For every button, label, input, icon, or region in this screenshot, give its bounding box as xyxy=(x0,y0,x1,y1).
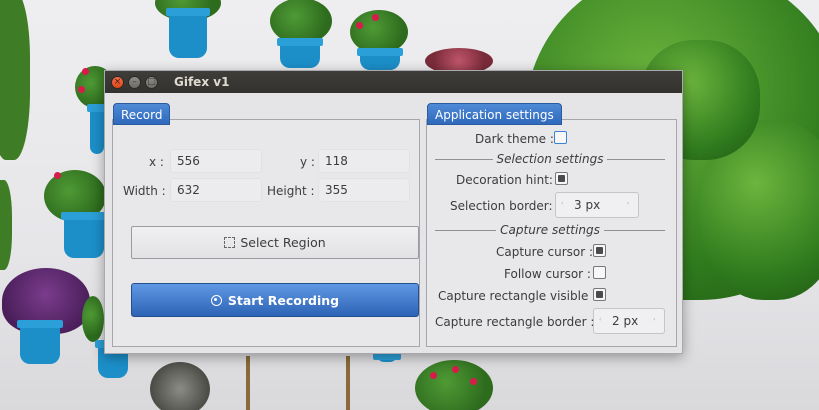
follow-cursor-checkbox[interactable] xyxy=(593,266,606,279)
selection-border-spinbox[interactable]: ‹ 3 px › xyxy=(555,192,639,218)
dark-theme-checkbox[interactable] xyxy=(554,131,567,144)
spin-up-icon[interactable]: › xyxy=(653,316,659,323)
decoration-hint-checkbox[interactable] xyxy=(555,172,568,185)
width-field[interactable]: 632 xyxy=(170,178,262,202)
capture-cursor-label: Capture cursor : xyxy=(496,245,594,259)
capture-settings-title: Capture settings xyxy=(500,223,600,237)
record-tab[interactable]: Record xyxy=(113,103,171,125)
window-title: Gifex v1 xyxy=(174,75,230,89)
selection-border-value: 3 px xyxy=(574,198,601,212)
capture-cursor-checkbox[interactable] xyxy=(593,244,606,257)
maximize-window-button[interactable]: □ xyxy=(145,75,158,89)
minimize-window-button[interactable]: – xyxy=(128,75,141,89)
height-field[interactable]: 355 xyxy=(318,178,410,202)
capture-rect-visible-label: Capture rectangle visible : xyxy=(438,289,597,303)
window-titlebar[interactable]: × – □ Gifex v1 xyxy=(105,71,682,93)
follow-cursor-label: Follow cursor : xyxy=(504,267,591,281)
record-icon xyxy=(210,294,222,306)
x-field[interactable]: 556 xyxy=(170,149,262,173)
y-field[interactable]: 118 xyxy=(318,149,410,173)
region-select-icon xyxy=(224,237,236,248)
dark-theme-label: Dark theme : xyxy=(475,132,554,146)
minimize-icon: – xyxy=(132,76,137,87)
maximize-icon: □ xyxy=(147,76,156,87)
start-recording-label: Start Recording xyxy=(227,292,340,308)
capture-rect-border-value: 2 px xyxy=(612,314,639,328)
x-label: x : xyxy=(149,155,164,169)
settings-tab[interactable]: Application settings xyxy=(427,103,562,125)
select-region-label: Select Region xyxy=(240,235,326,250)
spin-down-icon[interactable]: ‹ xyxy=(561,200,567,207)
y-label: y : xyxy=(300,155,315,169)
settings-panel: Application settings Dark theme : Select… xyxy=(426,103,677,347)
capture-rect-border-spinbox[interactable]: ‹ 2 px › xyxy=(593,308,665,334)
start-recording-button[interactable]: Start Recording xyxy=(131,283,419,317)
close-icon: × xyxy=(113,76,122,87)
spin-down-icon[interactable]: ‹ xyxy=(599,316,605,323)
select-region-button[interactable]: Select Region xyxy=(131,226,419,259)
selection-settings-title: Selection settings xyxy=(496,152,604,166)
gifex-window: × – □ Gifex v1 Record x : 556 y : 118 Wi… xyxy=(104,70,683,354)
capture-rect-visible-checkbox[interactable] xyxy=(593,288,606,301)
close-window-button[interactable]: × xyxy=(111,75,124,89)
width-label: Width : xyxy=(123,184,166,198)
record-panel: Record x : 556 y : 118 Width : 632 Heigh… xyxy=(112,103,420,347)
selection-border-label: Selection border: xyxy=(450,199,553,213)
capture-rect-border-label: Capture rectangle border : xyxy=(435,315,595,329)
selection-settings-header: Selection settings xyxy=(435,152,665,166)
height-label: Height : xyxy=(267,184,315,198)
spin-up-icon[interactable]: › xyxy=(627,200,633,207)
decoration-hint-label: Decoration hint: xyxy=(456,173,553,187)
capture-settings-header: Capture settings xyxy=(435,223,665,237)
